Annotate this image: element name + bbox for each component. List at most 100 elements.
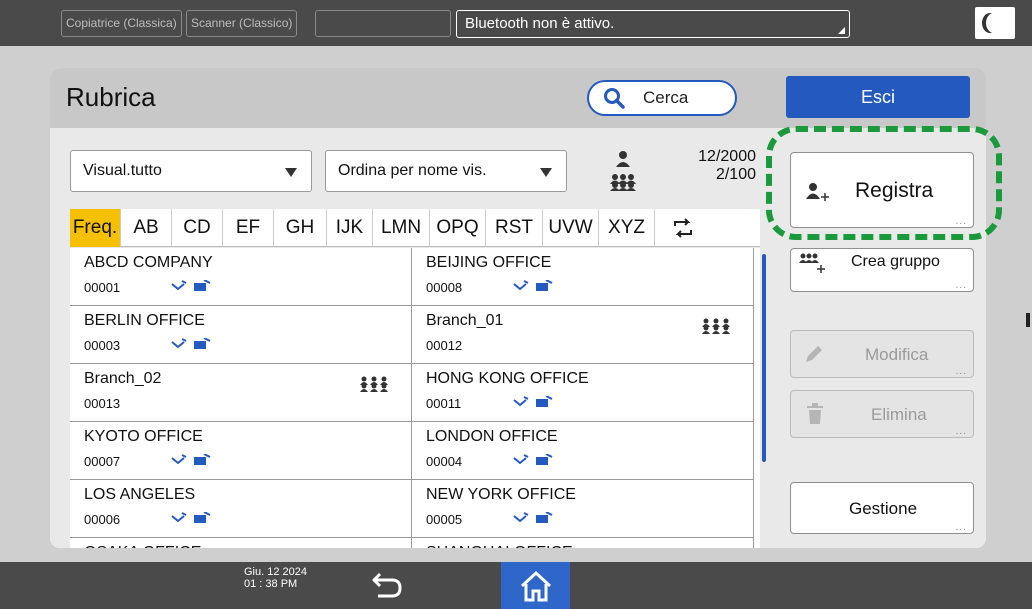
- entry-number: 00006: [84, 512, 121, 527]
- index-tabs: Freq. AB CD EF GH IJK LMN OPQ RST UVW XY…: [70, 209, 760, 247]
- switch-order-icon: [673, 218, 692, 238]
- mail-folder-icon: [512, 280, 556, 292]
- mail-folder-icon: [512, 396, 556, 408]
- list-item[interactable]: BEIJING OFFICE 00008: [412, 248, 754, 306]
- group-icon: [701, 318, 731, 339]
- create-group-button[interactable]: Crea gruppo ...: [790, 248, 974, 292]
- entry-name: Branch_02: [84, 370, 162, 387]
- home-button[interactable]: [501, 562, 570, 609]
- list-item[interactable]: OSAKA OFFICE: [70, 538, 412, 548]
- view-dropdown[interactable]: Visual.tutto: [70, 150, 312, 192]
- exit-button[interactable]: Esci: [786, 76, 970, 118]
- list-item[interactable]: ABCD COMPANY 00001: [70, 248, 412, 306]
- system-message[interactable]: Bluetooth non è attivo.: [456, 10, 850, 38]
- more-dots: ...: [955, 280, 967, 291]
- tab-xyz[interactable]: XYZ: [599, 209, 655, 247]
- entry-name: ABCD COMPANY: [84, 254, 213, 271]
- mail-folder-icon: [512, 454, 556, 466]
- edit-button[interactable]: Modifica ...: [790, 330, 974, 378]
- expand-corner-icon: [838, 27, 845, 34]
- panel-header: Rubrica Cerca Esci: [50, 68, 986, 128]
- entry-name: OSAKA OFFICE: [84, 544, 201, 548]
- list-area: Visual.tutto Ordina per nome vis. 12/200…: [50, 128, 770, 548]
- list-item[interactable]: HONG KONG OFFICE 00011: [412, 364, 754, 422]
- search-button-label: Cerca: [643, 88, 689, 107]
- tab-rst[interactable]: RST: [486, 209, 543, 247]
- entry-number: 00013: [84, 396, 121, 411]
- list-item[interactable]: KYOTO OFFICE 00007: [70, 422, 412, 480]
- entry-name: BERLIN OFFICE: [84, 312, 205, 329]
- entry-name: BEIJING OFFICE: [426, 254, 552, 271]
- system-message-text: Bluetooth non è attivo.: [465, 15, 615, 32]
- tab-scanner-classic[interactable]: Scanner (Classico): [186, 10, 298, 37]
- entry-name: Branch_01: [426, 312, 504, 329]
- tab-cd[interactable]: CD: [172, 209, 223, 247]
- more-dots: ...: [955, 426, 967, 437]
- delete-button[interactable]: Elimina ...: [790, 390, 974, 438]
- list-item[interactable]: LOS ANGELES 00006: [70, 480, 412, 538]
- entry-number: 00007: [84, 454, 121, 469]
- pencil-icon: [806, 346, 822, 362]
- entry-number: 00003: [84, 338, 121, 353]
- tab-lmn[interactable]: LMN: [373, 209, 430, 247]
- list-item[interactable]: Branch_02 00013: [70, 364, 412, 422]
- create-group-label: Crea gruppo: [851, 253, 940, 270]
- list-item[interactable]: SHANGHAI OFFICE: [412, 538, 754, 548]
- home-icon: [520, 570, 552, 602]
- entry-name: LOS ANGELES: [84, 486, 196, 503]
- view-dropdown-value: Visual.tutto: [83, 162, 162, 179]
- sort-dropdown-value: Ordina per nome vis.: [338, 162, 487, 179]
- search-button[interactable]: Cerca: [587, 80, 737, 116]
- tab-ab[interactable]: AB: [121, 209, 172, 247]
- entry-number: 00005: [426, 512, 463, 527]
- tab-freq[interactable]: Freq.: [70, 209, 121, 247]
- entry-number: 00008: [426, 280, 463, 295]
- search-icon: [604, 88, 625, 109]
- list-item[interactable]: BERLIN OFFICE 00003: [70, 306, 412, 364]
- back-arrow-icon: [372, 572, 402, 598]
- group-icon: [359, 376, 389, 397]
- mail-folder-icon: [170, 280, 214, 292]
- date-label: Giu. 12 2024: [244, 566, 307, 578]
- manage-button[interactable]: Gestione ...: [790, 482, 974, 534]
- user-count: 12/2000: [698, 148, 756, 165]
- tab-gh[interactable]: GH: [274, 209, 327, 247]
- sort-dropdown[interactable]: Ordina per nome vis.: [325, 150, 567, 192]
- mail-folder-icon: [170, 512, 214, 524]
- list-item[interactable]: LONDON OFFICE 00004: [412, 422, 754, 480]
- edit-label: Modifica: [865, 345, 929, 364]
- tab-uvw[interactable]: UVW: [543, 209, 599, 247]
- tab-empty[interactable]: [315, 10, 451, 37]
- mail-folder-icon: [170, 338, 214, 350]
- register-highlight: [766, 126, 1002, 240]
- list-item[interactable]: Branch_01 00012: [412, 306, 754, 364]
- tab-copier-classic[interactable]: Copiatrice (Classica): [61, 10, 182, 37]
- more-dots: ...: [955, 522, 967, 533]
- more-dots: ...: [955, 366, 967, 377]
- entry-number: 00001: [84, 280, 121, 295]
- list-scrollbar[interactable]: [762, 254, 766, 462]
- entry-name: LONDON OFFICE: [426, 428, 558, 445]
- tab-opq[interactable]: OPQ: [430, 209, 486, 247]
- tab-ijk[interactable]: IJK: [327, 209, 373, 247]
- status-bar: Copiatrice (Classica) Scanner (Classico)…: [0, 0, 1032, 46]
- mail-folder-icon: [170, 454, 214, 466]
- entry-name: NEW YORK OFFICE: [426, 486, 576, 503]
- tab-ef[interactable]: EF: [223, 209, 274, 247]
- chevron-down-icon: [285, 168, 297, 177]
- time-label: 01 : 38 PM: [244, 578, 298, 590]
- entry-number: 00012: [426, 338, 463, 353]
- tab-switch[interactable]: [655, 209, 710, 247]
- mail-folder-icon: [512, 512, 556, 524]
- trash-icon: [807, 403, 823, 424]
- list-item[interactable]: NEW YORK OFFICE 00005: [412, 480, 754, 538]
- user-icon: [616, 151, 630, 167]
- chevron-down-icon: [540, 168, 552, 177]
- screen-edge-marker: [1026, 313, 1030, 327]
- entry-number: 00004: [426, 454, 463, 469]
- entry-name: HONG KONG OFFICE: [426, 370, 589, 387]
- back-button[interactable]: [370, 570, 406, 605]
- manage-label: Gestione: [849, 499, 918, 518]
- entry-name: KYOTO OFFICE: [84, 428, 203, 445]
- night-mode-icon[interactable]: [975, 7, 1015, 39]
